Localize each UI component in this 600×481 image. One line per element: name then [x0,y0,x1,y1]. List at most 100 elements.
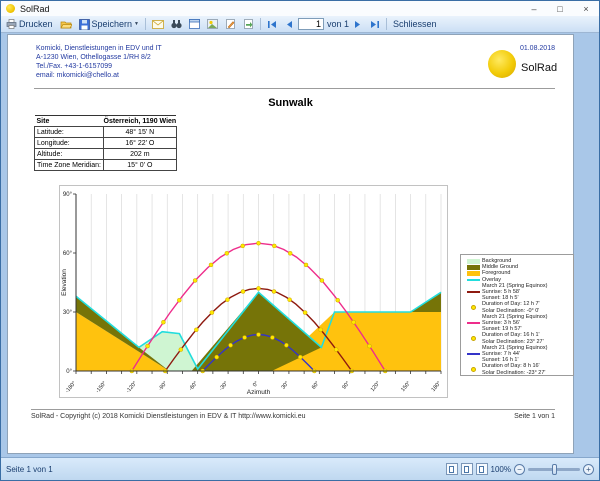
site-label: Time Zone Meridian: [35,160,104,171]
hour-dot [272,290,276,294]
print-preview-area[interactable]: Komicki, Dienstleistungen in EDV und ITA… [1,33,599,457]
close-button[interactable]: × [573,1,599,16]
edit-page-icon [225,19,236,29]
open-button[interactable] [58,18,74,30]
site-label: Latitude: [35,127,104,138]
legend-text: Duration of Day: 16 h 1'Solar Declinatio… [482,332,544,344]
legend-swatch [465,353,482,355]
company-address-block: Komicki, Dienstleistungen in EDV und ITA… [36,44,162,80]
next-page-icon [354,20,363,29]
hour-dot [225,251,229,255]
x-tick-label: 90° [341,380,351,390]
hour-dot [257,241,261,245]
hour-dot [257,333,261,337]
next-page-button[interactable] [352,19,365,30]
legend-text: Duration of Day: 12 h 7'Solar Declinatio… [482,301,540,313]
legend-swatch [465,279,482,281]
sunwalk-chart-canvas: 0°30°60°90°-180°-150°-120°-90°-60°-30°0°… [60,186,447,397]
minimize-button[interactable]: – [521,1,547,16]
company-line: email: mkomicki@chello.at [36,71,162,80]
page-of-label: von 1 [327,19,349,29]
hour-dot [352,320,356,324]
print-button[interactable]: Drucken [4,18,55,30]
window-title: SolRad [20,4,50,14]
page-setup-icon [189,19,200,29]
zoom-percent-label: 100% [491,465,511,474]
legend-swatch [465,291,482,293]
hour-dot [177,298,181,302]
image-icon [207,19,218,29]
hour-dot [270,336,274,340]
footer-divider [31,409,555,410]
maximize-button[interactable]: □ [547,1,573,16]
close-preview-button[interactable]: Schliessen [391,18,439,30]
x-tick-label: 180° [431,380,443,393]
zoom-in-button[interactable]: + [583,464,594,475]
x-tick-label: -90° [158,380,169,392]
toolbar-separator [260,18,261,30]
save-label: Speichern [92,19,133,29]
edit-button[interactable] [223,18,238,30]
company-line: A-1230 Wien, Othellogasse 1/RH 8/2 [36,53,162,62]
save-icon [79,19,90,30]
one-page-view-button[interactable] [446,463,458,475]
zoom-slider-thumb[interactable] [552,464,557,475]
site-value: 16° 22' O [104,138,177,149]
sunwalk-chart: 0°30°60°90°-180°-150°-120°-90°-60°-30°0°… [59,185,448,398]
watermark-button[interactable] [205,18,220,30]
y-tick-label: 0° [66,369,72,375]
hour-dot [225,298,229,302]
legend-item: March 21 (Spring Equinox)Sunrise: 7 h 44… [465,345,571,364]
two-page-view-button[interactable] [461,463,473,475]
site-table-row: Altitude:202 m [35,149,177,160]
two-page-icon [464,466,469,473]
hour-dot [272,244,276,248]
sun-app-icon [6,4,15,13]
legend-swatch [465,305,482,310]
x-tick-label: -180° [64,380,77,394]
y-tick-label: 30° [63,310,73,316]
sun-logo-icon [488,50,516,78]
app-window: SolRad – □ × Drucken Speichern ▼ [0,0,600,481]
x-tick-label: -120° [125,380,138,394]
x-axis-title: Azimuth [247,389,271,396]
whole-page-view-button[interactable] [476,463,488,475]
previous-page-button[interactable] [282,19,295,30]
save-button[interactable]: Speichern ▼ [77,18,141,31]
search-button[interactable] [169,18,184,30]
previous-page-icon [284,20,293,29]
company-line: Komicki, Dienstleistungen in EDV und IT [36,44,162,53]
site-value: 202 m [104,149,177,160]
export-button[interactable] [241,18,256,30]
x-tick-label: 60° [311,380,321,390]
email-icon [152,20,164,29]
legend-text: March 21 (Spring Equinox)Sunrise: 3 h 56… [482,314,547,333]
site-table-row: Latitude:48° 15' N [35,127,177,138]
legend-text: March 21 (Spring Equinox)Sunrise: 5 h 58… [482,283,547,302]
email-button[interactable] [150,19,166,30]
binoculars-icon [171,19,182,29]
page-setup-button[interactable] [187,18,202,30]
toolbar-separator [145,18,146,30]
zoom-slider[interactable] [528,468,580,471]
printer-icon [6,19,17,29]
hour-dot [336,298,340,302]
page-number-input[interactable] [298,18,324,30]
hour-dot [334,348,338,352]
logo-text: SolRad [521,62,557,74]
hour-dot [319,328,323,332]
report-date: 01.08.2018 [520,45,555,52]
legend-item: March 21 (Spring Equinox)Sunrise: 5 h 58… [465,283,571,302]
legend-swatch [465,259,482,264]
hour-dot [257,286,261,290]
last-page-button[interactable] [368,19,382,30]
chevron-down-icon[interactable]: ▼ [134,21,139,27]
hour-dot [229,343,233,347]
first-page-button[interactable] [265,19,279,30]
y-axis-title: Elevation [61,269,68,296]
last-page-icon [370,20,380,29]
hour-dot [146,344,150,348]
zoom-out-button[interactable]: − [514,464,525,475]
site-label: Longitude: [35,138,104,149]
y-tick-label: 90° [63,192,73,198]
